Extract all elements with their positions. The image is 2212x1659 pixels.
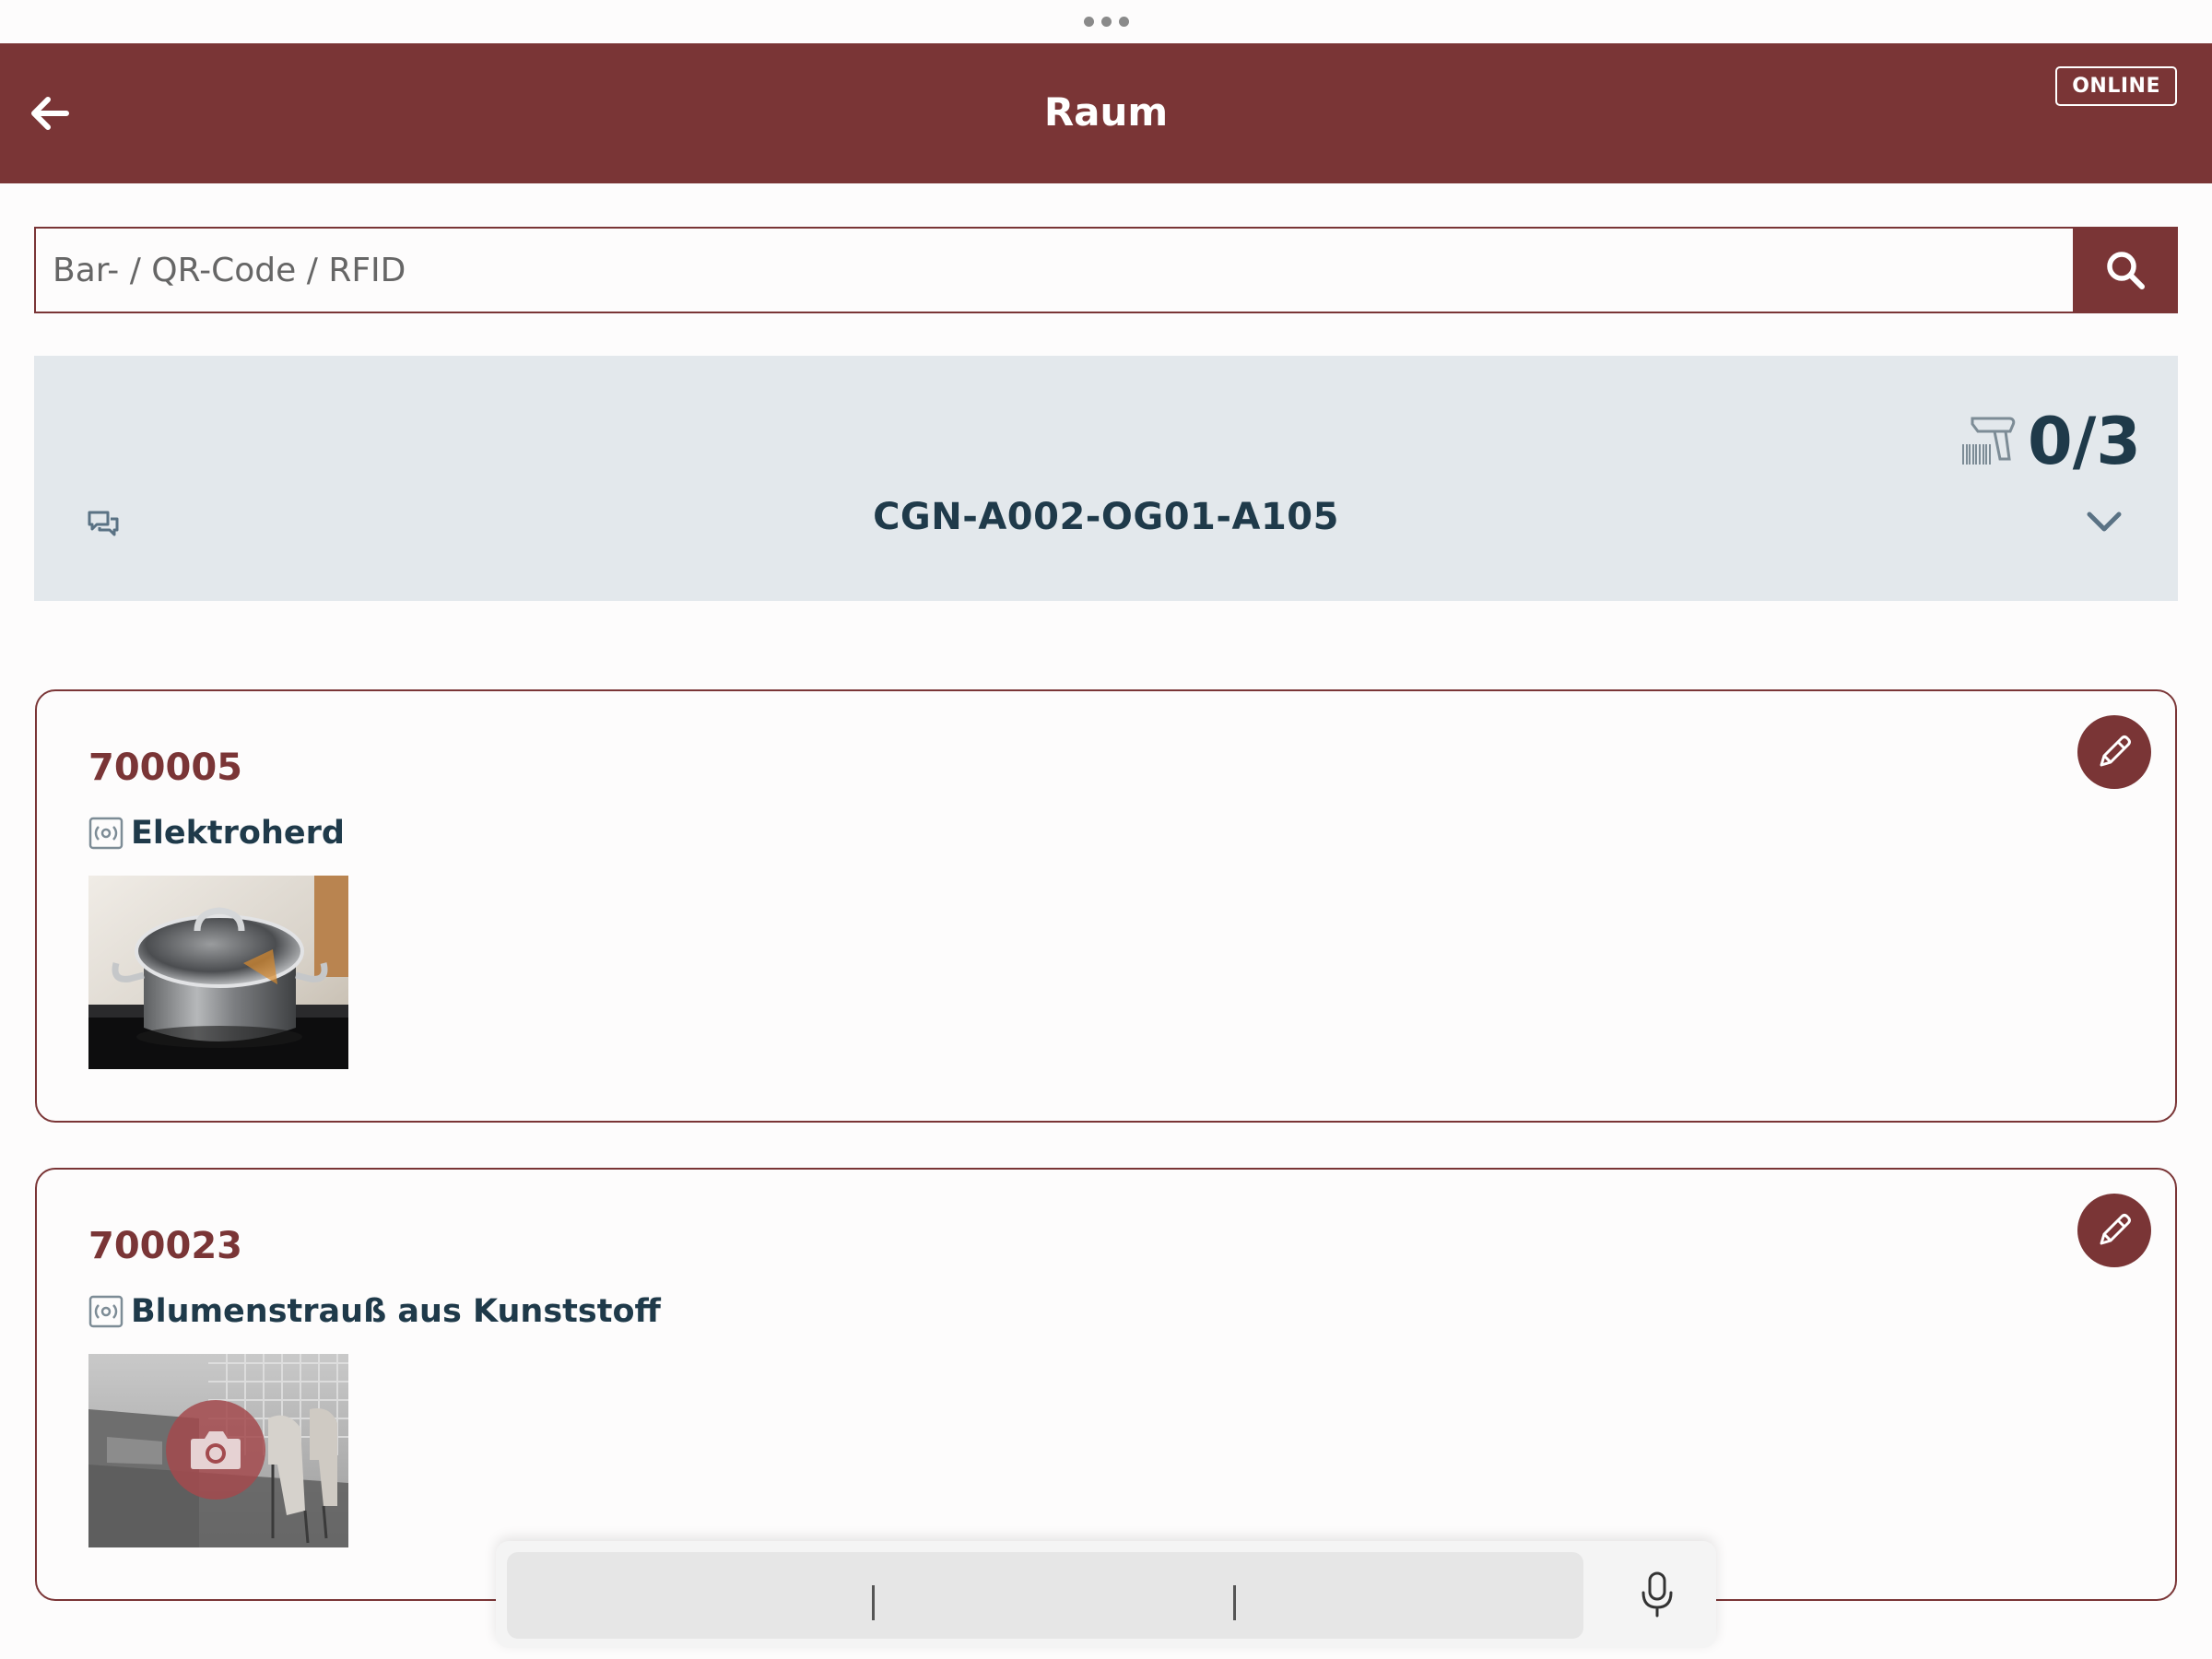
divider <box>1233 1585 1236 1620</box>
item-type: Blumenstrauß aus Kunststoff <box>88 1293 661 1330</box>
cooking-pot-photo <box>88 876 348 1069</box>
edit-button[interactable] <box>2077 715 2151 789</box>
search-icon <box>2107 252 2145 289</box>
pencil-icon <box>2100 1214 2131 1245</box>
item-id: 700005 <box>88 747 242 789</box>
room-header[interactable]: CGN-A002-OG01-A105 0/3 <box>34 356 2178 601</box>
item-id: 700023 <box>88 1225 242 1267</box>
more-dots-icon <box>1083 17 1094 27</box>
chevron-down-icon <box>2087 512 2122 532</box>
room-code: CGN-A002-OG01-A105 <box>873 496 1339 538</box>
search-button[interactable] <box>2073 227 2178 313</box>
search-bar <box>34 227 2178 313</box>
barcode-scanner-icon <box>1962 417 2016 465</box>
page-title: Raum <box>1043 89 1169 135</box>
search-input[interactable] <box>36 229 2075 312</box>
pencil-icon <box>2100 735 2131 767</box>
item-type-label: Elektroherd <box>131 815 345 852</box>
input-toolbar <box>496 1541 1716 1648</box>
scan-counter: 0/3 <box>1959 409 2141 474</box>
microphone-icon <box>1641 1571 1673 1618</box>
item-type-label: Blumenstrauß aus Kunststoff <box>131 1293 661 1330</box>
dictation-field[interactable] <box>507 1552 1583 1639</box>
app-header: Raum ONLINE <box>0 43 2212 183</box>
more-dots-icon <box>1118 17 1129 27</box>
rfid-tag-icon <box>88 817 124 850</box>
status-badge: ONLINE <box>2055 66 2177 106</box>
window-drag-handle[interactable] <box>0 0 2212 43</box>
microphone-button[interactable] <box>1637 1571 1677 1618</box>
expand-room-button[interactable] <box>2084 501 2124 542</box>
divider <box>872 1585 875 1620</box>
arrow-left-icon <box>31 97 69 130</box>
room-placeholder-photo <box>88 1354 348 1547</box>
item-photo[interactable] <box>88 876 348 1069</box>
edit-button[interactable] <box>2077 1194 2151 1267</box>
scan-count: 0/3 <box>2028 404 2141 479</box>
more-dots-icon <box>1100 17 1112 27</box>
item-card[interactable]: 700005 Elektroherd <box>35 689 2177 1123</box>
rfid-tag-icon <box>88 1295 124 1328</box>
item-photo[interactable] <box>88 1354 348 1547</box>
item-card[interactable]: 700023 Blumenstrauß aus Kunststoff <box>35 1168 2177 1601</box>
item-type: Elektroherd <box>88 815 345 852</box>
back-button[interactable] <box>24 88 76 139</box>
